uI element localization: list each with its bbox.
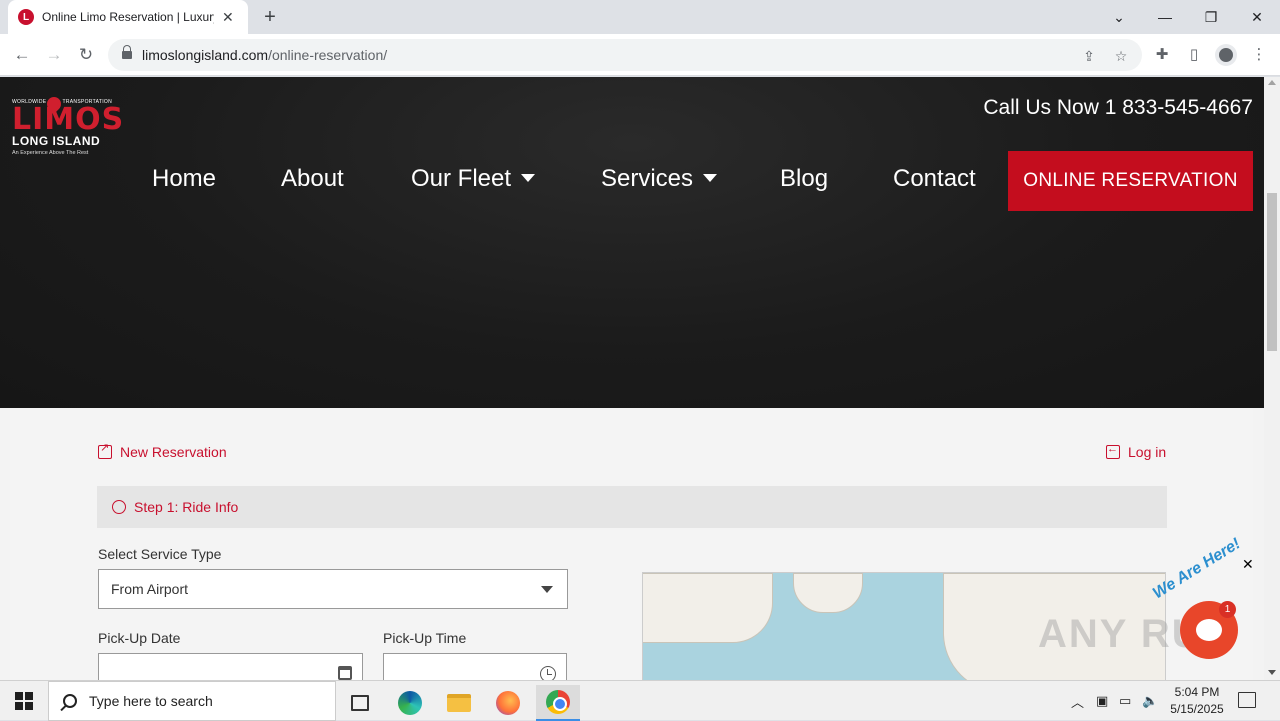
chat-unread-badge: 1 <box>1219 601 1236 618</box>
step-label: Step 1: Ride Info <box>134 499 239 515</box>
nav-contact[interactable]: Contact <box>893 165 976 193</box>
map-landmass <box>793 573 863 613</box>
folder-icon <box>447 694 471 712</box>
pickup-date-input[interactable] <box>98 653 363 680</box>
tab-title: Online Limo Reservation | Luxury <box>42 10 214 24</box>
nav-services-label: Services <box>601 165 694 192</box>
clock-date: 5/15/2025 <box>1170 702 1224 716</box>
windows-start-icon[interactable] <box>15 692 33 710</box>
service-type-label: Select Service Type <box>98 546 222 562</box>
step-1-header[interactable]: Step 1: Ride Info <box>97 486 1167 528</box>
dropdown-caret-icon <box>703 174 718 182</box>
logo-name: LIMOS <box>12 102 125 137</box>
tray-overflow-chevron-icon[interactable]: ︿ <box>1071 681 1084 721</box>
tray-device-icon[interactable]: ▣ <box>1096 681 1108 721</box>
nav-about[interactable]: About <box>281 165 344 193</box>
chevron-down-icon <box>541 586 553 593</box>
new-reservation-link[interactable]: New Reservation <box>98 441 227 460</box>
site-favicon-icon: L <box>18 9 34 25</box>
firefox-icon <box>496 691 520 715</box>
edge-icon <box>398 691 422 715</box>
new-reservation-label: New Reservation <box>120 444 227 460</box>
page-scrollbar[interactable] <box>1264 77 1280 680</box>
firefox-taskbar-button[interactable] <box>486 685 530 721</box>
bookmark-star-icon[interactable]: ☆ <box>1112 47 1130 65</box>
tab-close-icon[interactable]: ✕ <box>222 9 234 26</box>
dropdown-caret-icon <box>521 174 536 182</box>
scroll-down-arrow-icon[interactable] <box>1268 670 1276 675</box>
browser-toolbar: ← → ↻ limoslongisland.com /online-reserv… <box>0 34 1280 76</box>
pickup-time-label: Pick-Up Time <box>383 630 467 646</box>
nav-services[interactable]: Services <box>601 165 718 193</box>
taskbar-search-placeholder: Type here to search <box>89 693 213 709</box>
back-arrow-icon[interactable]: ← <box>10 43 34 67</box>
clock-icon[interactable] <box>540 666 556 680</box>
login-link[interactable]: Log in <box>1106 443 1167 460</box>
map-landmass <box>643 573 773 643</box>
chat-bubble-icon <box>1196 619 1222 641</box>
address-bar[interactable]: limoslongisland.com /online-reservation/… <box>108 39 1142 71</box>
external-link-icon <box>98 441 112 459</box>
nav-our-fleet-label: Our Fleet <box>411 165 512 192</box>
minimize-button[interactable]: — <box>1142 0 1188 34</box>
extensions-puzzle-icon[interactable]: ✚ <box>1152 45 1172 65</box>
edge-taskbar-button[interactable] <box>388 685 432 721</box>
service-type-value: From Airport <box>111 581 189 597</box>
forward-arrow-icon[interactable]: → <box>42 43 66 67</box>
login-icon <box>1106 443 1120 459</box>
task-view-icon <box>351 695 369 711</box>
notification-center-icon[interactable] <box>1238 692 1256 708</box>
lock-icon[interactable] <box>122 45 132 60</box>
scroll-up-arrow-icon[interactable] <box>1268 80 1276 85</box>
step-circle-icon <box>112 500 126 514</box>
clock-time: 5:04 PM <box>1174 685 1220 699</box>
service-type-select[interactable]: From Airport <box>98 569 568 609</box>
new-tab-button[interactable]: + <box>258 6 282 28</box>
browser-menu-icon[interactable]: ⋮ <box>1249 45 1269 65</box>
call-us-phone[interactable]: Call Us Now 1 833-545-4667 <box>983 96 1253 120</box>
nav-home[interactable]: Home <box>152 165 216 193</box>
task-view-button[interactable] <box>338 685 382 721</box>
restore-button[interactable]: ❐ <box>1188 0 1234 34</box>
hero-header: WORLDWIDE TRANSPORTATION LIMOS LONG ISLA… <box>0 77 1264 408</box>
search-icon <box>63 694 77 708</box>
chrome-icon <box>546 690 570 714</box>
windows-taskbar: Type here to search ︿ ▣ ▭ 🔈 5:04 PM 5/15… <box>0 680 1280 721</box>
side-panel-icon[interactable]: ▯ <box>1184 45 1204 65</box>
pickup-time-input[interactable] <box>383 653 567 680</box>
volume-icon[interactable]: 🔈 <box>1142 681 1158 721</box>
calendar-icon[interactable] <box>338 666 352 680</box>
profile-avatar[interactable] <box>1215 44 1237 66</box>
url-host: limoslongisland.com <box>142 47 269 63</box>
chat-close-icon[interactable]: ✕ <box>1242 556 1254 573</box>
url-path: /online-reservation/ <box>268 47 388 63</box>
pickup-date-label: Pick-Up Date <box>98 630 181 646</box>
chrome-taskbar-button[interactable] <box>536 685 580 721</box>
close-window-button[interactable]: ✕ <box>1234 0 1280 34</box>
taskbar-search-box[interactable]: Type here to search <box>48 681 336 721</box>
scrollbar-thumb[interactable] <box>1267 193 1277 351</box>
nav-blog[interactable]: Blog <box>780 165 828 193</box>
main-nav: Home About Our Fleet Services Blog Conta… <box>0 151 1264 211</box>
browser-tab[interactable]: L Online Limo Reservation | Luxury ✕ <box>8 0 248 34</box>
network-icon[interactable]: ▭ <box>1119 681 1131 721</box>
online-reservation-button[interactable]: ONLINE RESERVATION <box>1008 151 1253 211</box>
page-viewport: WORLDWIDE TRANSPORTATION LIMOS LONG ISLA… <box>0 77 1264 680</box>
reload-icon[interactable]: ↻ <box>74 43 98 67</box>
browser-tab-strip: L Online Limo Reservation | Luxury ✕ + ⌄… <box>0 0 1280 34</box>
nav-our-fleet[interactable]: Our Fleet <box>411 165 536 193</box>
login-label: Log in <box>1128 444 1167 460</box>
taskbar-clock[interactable]: 5:04 PM 5/15/2025 <box>1160 684 1234 718</box>
tab-search-chevron-icon[interactable]: ⌄ <box>1096 0 1142 34</box>
share-icon[interactable]: ⇪ <box>1080 47 1098 65</box>
file-explorer-taskbar-button[interactable] <box>437 685 481 721</box>
